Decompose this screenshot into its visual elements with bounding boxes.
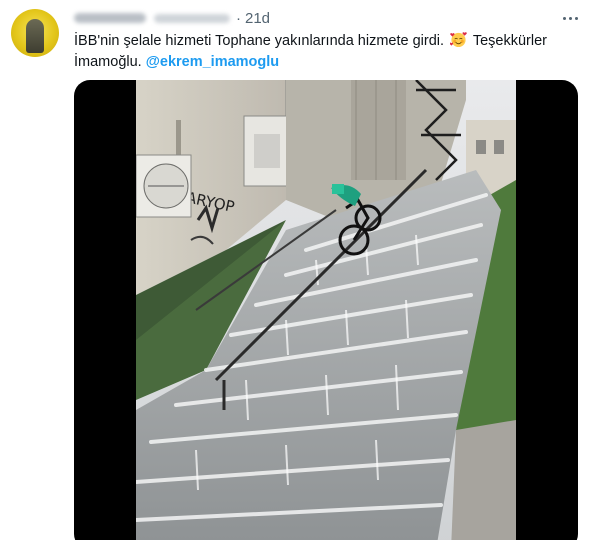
more-dot — [568, 16, 572, 20]
tweet-header: · 21d — [74, 8, 270, 28]
tweet[interactable]: · 21d İBB'nin şelale hizmeti Tophane yak… — [0, 0, 592, 540]
tweet-text-part1: İBB'nin şelale hizmeti Tophane yakınları… — [74, 33, 445, 49]
header-separator: · — [236, 9, 241, 27]
author-avatar[interactable] — [11, 9, 59, 57]
more-options-button[interactable] — [556, 8, 584, 28]
video-frame-stairs-waterfall: KARYOP — [136, 80, 516, 540]
more-dot — [574, 16, 578, 20]
mention-link[interactable]: @ekrem_imamoglu — [146, 54, 279, 70]
author-handle-blurred[interactable] — [154, 13, 230, 23]
more-horizontal-icon — [562, 16, 566, 20]
tweet-media-video[interactable]: KARYOP — [74, 80, 578, 540]
avatar-silhouette — [26, 19, 44, 53]
tweet-text: İBB'nin şelale hizmeti Tophane yakınları… — [74, 31, 584, 73]
tweet-timestamp[interactable]: 21d — [245, 10, 270, 27]
author-name-blurred[interactable] — [74, 13, 146, 23]
smiling-face-with-hearts-emoji — [450, 32, 467, 48]
